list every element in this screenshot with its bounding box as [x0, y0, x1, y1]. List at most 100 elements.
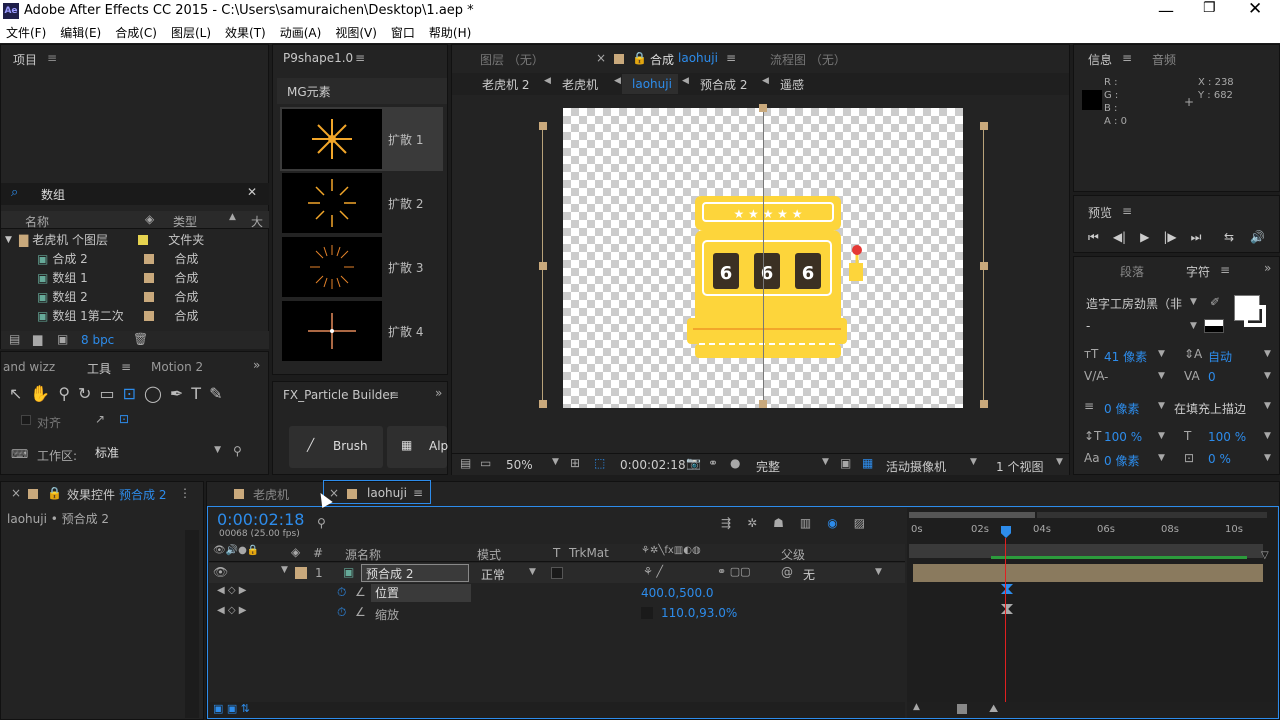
link-box[interactable]	[641, 607, 653, 619]
camera-icon[interactable]: 📷	[686, 456, 701, 470]
shy-icon[interactable]: ☗	[773, 516, 784, 530]
panel-menu-icon[interactable]: ≡	[1122, 204, 1132, 218]
kerning-value[interactable]: -	[1104, 370, 1108, 384]
camera-tool-icon[interactable]: ▭	[99, 384, 114, 403]
keyframe-nav-icon[interactable]: ◀ ◇ ▶	[217, 585, 246, 596]
panel-menu-icon[interactable]: ≡	[726, 51, 736, 65]
preview-tab[interactable]: 预览	[1088, 204, 1112, 221]
font-family-select[interactable]: 造字工房劲黑（非	[1086, 295, 1182, 312]
work-area-bar[interactable]	[909, 512, 1035, 518]
resolution-icon[interactable]: ⊞	[570, 456, 580, 470]
close-tab-icon[interactable]: ×	[11, 486, 21, 500]
layer-duration-bar[interactable]	[913, 564, 1263, 582]
stopwatch-icon[interactable]: ⏱	[337, 605, 346, 620]
new-comp-icon[interactable]: ▣	[57, 332, 68, 346]
stroke-mode-select[interactable]: 在填充上描边	[1174, 400, 1246, 417]
hand-tool-icon[interactable]: ✋	[30, 384, 50, 403]
transform-handle[interactable]	[980, 122, 988, 130]
comp-mini-flowchart-icon[interactable]: ⇶	[721, 516, 731, 530]
p9-item-3[interactable]: 扩散 3	[280, 237, 443, 299]
layer-switches-icon[interactable]: ▣ ▣ ⇅	[213, 702, 250, 715]
keyframe-icon[interactable]	[1001, 604, 1013, 614]
more-panels-icon[interactable]: »	[435, 386, 442, 400]
navigator-bar[interactable]	[1037, 512, 1267, 518]
expand-icon[interactable]: ▼	[281, 565, 288, 575]
more-panels-icon[interactable]: »	[1264, 261, 1271, 275]
scale-value[interactable]: 110.0,93.0%	[661, 606, 737, 620]
workspace-select[interactable]: 标准 ▼	[91, 444, 225, 462]
font-size-value[interactable]: 41 像素	[1104, 348, 1147, 365]
pen-tool-icon[interactable]: ✒	[170, 384, 183, 403]
zoom-in-icon[interactable]: ⛰	[989, 702, 998, 716]
maximize-icon[interactable]: ❐	[1203, 0, 1216, 16]
panel-menu-icon[interactable]: ≡	[355, 51, 365, 65]
audio-tab[interactable]: 音频	[1152, 51, 1176, 68]
alpha-button[interactable]: ▦ Alp	[387, 426, 448, 468]
stroke-color[interactable]	[1244, 305, 1266, 327]
menu-layer[interactable]: 图层(L)	[171, 24, 211, 41]
shape-tool-icon[interactable]: ◯	[144, 384, 162, 403]
mode-select[interactable]: 正常	[481, 566, 505, 583]
text-tool-icon[interactable]: T	[191, 384, 201, 403]
scrollbar[interactable]	[185, 530, 199, 718]
brush-tool-icon[interactable]: ✎	[209, 384, 222, 403]
crumb-active[interactable]: laohuji	[622, 74, 678, 94]
menu-help[interactable]: 帮助(H)	[429, 24, 471, 41]
col-trkmat[interactable]: TrkMat	[569, 546, 609, 560]
menu-effect[interactable]: 效果(T)	[225, 24, 266, 41]
panel-menu-icon[interactable]: ≡	[1220, 263, 1230, 277]
selection-tool-icon[interactable]: ↖	[9, 384, 22, 403]
character-tab[interactable]: 字符	[1186, 263, 1210, 280]
tab-flowchart[interactable]: 流程图 （无）	[770, 51, 846, 68]
last-frame-icon[interactable]: ⏭	[1191, 230, 1202, 245]
snapshot-icon[interactable]: ▤	[460, 456, 471, 470]
menu-animation[interactable]: 动画(A)	[280, 24, 322, 41]
panel-menu-icon[interactable]: ≡	[413, 486, 423, 500]
layer-name[interactable]: 预合成 2	[361, 564, 469, 582]
list-item[interactable]: ▣ 数组 2 合成	[37, 287, 265, 306]
horizontal-scale-value[interactable]: 100 %	[1208, 430, 1246, 444]
leading-value[interactable]: 自动	[1208, 348, 1232, 365]
quality-select[interactable]: 完整	[756, 458, 780, 475]
transform-handle[interactable]	[539, 262, 547, 270]
list-item[interactable]: ▣ 数组 1 合成	[37, 268, 265, 287]
transform-handle[interactable]	[759, 104, 767, 112]
menu-composition[interactable]: 合成(C)	[115, 24, 157, 41]
graph-editor-icon[interactable]: ▨	[854, 516, 865, 530]
snap-bounds-icon[interactable]: ⊡	[119, 412, 129, 426]
search-icon[interactable]: ⚲	[317, 516, 326, 530]
visibility-icon[interactable]: 👁	[213, 565, 228, 579]
label-icon[interactable]: ◈	[291, 545, 300, 559]
zoom-slider[interactable]	[957, 704, 967, 714]
swap-colors-icon[interactable]	[1204, 319, 1224, 333]
list-item[interactable]: ▼ ▇ 老虎机 个图层 文件夹	[5, 230, 265, 249]
brush-button[interactable]: ╱ Brush	[289, 426, 383, 468]
time-graph[interactable]: 0s 02s 04s 06s 08s 10s ▲ ⛰	[907, 508, 1277, 718]
keyframe-icon[interactable]	[1001, 584, 1013, 594]
project-search[interactable]: ⌕ 数组 ✕	[1, 183, 269, 205]
crumb[interactable]: 老虎机	[562, 76, 598, 93]
color-icon[interactable]: ●	[730, 456, 740, 470]
p9-item-4[interactable]: 扩散 4	[280, 301, 443, 363]
position-value[interactable]: 400.0,500.0	[641, 586, 714, 600]
timeline-tab[interactable]: 老虎机	[253, 486, 289, 503]
switches-row[interactable]: ⚘ ╱	[643, 565, 663, 578]
new-folder-icon[interactable]: ▆	[33, 332, 42, 346]
views-select[interactable]: 1 个视图	[996, 458, 1043, 475]
stroke-width-value[interactable]: 0 像素	[1104, 400, 1139, 417]
trash-icon[interactable]: 🗑	[133, 332, 148, 346]
transform-handle[interactable]	[980, 400, 988, 408]
pan-behind-tool-icon[interactable]: ⊡	[123, 384, 136, 403]
tab-comp[interactable]: laohuji	[678, 51, 718, 65]
paragraph-tab[interactable]: 段落	[1120, 263, 1144, 280]
zoom-out-icon[interactable]: ▲	[913, 702, 920, 712]
more-panels-icon[interactable]: »	[253, 358, 260, 372]
list-item[interactable]: ▣ 数组 1第二次 合成	[37, 306, 265, 325]
speaker-icon[interactable]: 🔊	[1250, 230, 1265, 244]
stopwatch-icon[interactable]: ⏱	[337, 585, 346, 600]
interpret-icon[interactable]: ▤	[9, 332, 20, 346]
current-time[interactable]: 0:00:02:18	[620, 458, 686, 472]
motion-blur-icon[interactable]: ◉	[827, 516, 837, 530]
draft-3d-icon[interactable]: ✲	[747, 516, 757, 530]
menu-edit[interactable]: 编辑(E)	[60, 24, 101, 41]
